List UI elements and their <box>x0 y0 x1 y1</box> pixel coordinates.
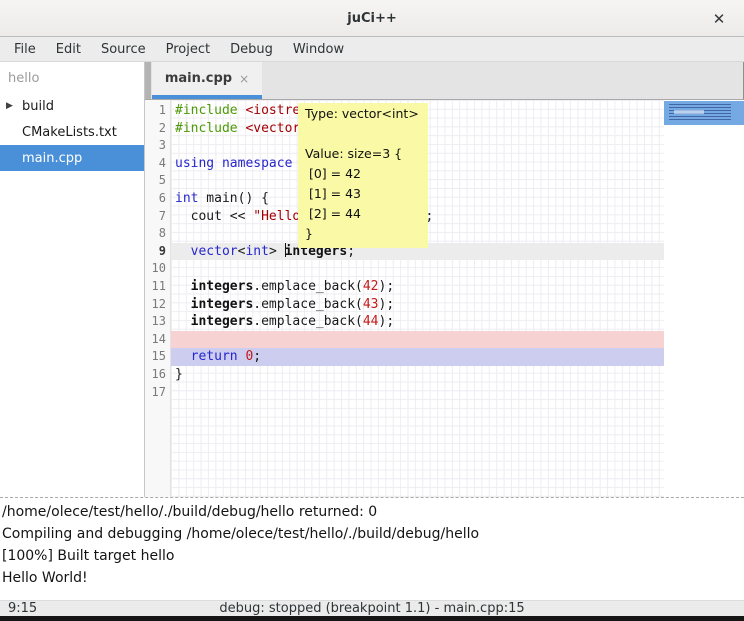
tab-label: main.cpp <box>165 71 232 86</box>
debug-value-tooltip: Type: vector<int> Value: size=3 { [0] = … <box>298 103 428 248</box>
tab-main-cpp[interactable]: main.cpp × <box>152 62 262 99</box>
file-tree: ▶build CMakeLists.txt main.cpp <box>0 93 144 171</box>
line-number[interactable]: 9 <box>145 243 170 261</box>
debug-status: debug: stopped (breakpoint 1.1) - main.c… <box>0 601 744 616</box>
line-number[interactable]: 11 <box>145 278 170 296</box>
menu-item-edit[interactable]: Edit <box>46 39 91 60</box>
minimap-scrollbar[interactable] <box>664 100 744 497</box>
minimap-highlight-texture <box>674 110 704 114</box>
menu-item-source[interactable]: Source <box>91 39 156 60</box>
line-number[interactable]: 6 <box>145 190 170 208</box>
project-name-label: hello <box>0 62 144 93</box>
code-line[interactable]: integers.emplace_back(42); <box>171 278 664 296</box>
line-number[interactable]: 12 <box>145 296 170 314</box>
code-line[interactable]: return 0; <box>171 348 664 366</box>
menu-item-project[interactable]: Project <box>156 39 220 60</box>
tree-item-label: main.cpp <box>0 151 82 166</box>
expander-icon[interactable]: ▶ <box>6 101 13 111</box>
menu-item-debug[interactable]: Debug <box>220 39 283 60</box>
tab-close-icon[interactable]: × <box>239 72 249 86</box>
status-bar: 9:15 debug: stopped (breakpoint 1.1) - m… <box>0 600 744 616</box>
tree-item-label: CMakeLists.txt <box>0 125 117 140</box>
output-panel: /home/olece/test/hello/./build/debug/hel… <box>0 497 744 600</box>
line-number[interactable]: 17 <box>145 384 170 402</box>
tab-bar: main.cpp × <box>145 62 744 100</box>
code-line[interactable] <box>171 260 664 278</box>
code-line[interactable]: integers.emplace_back(43); <box>171 296 664 314</box>
editor-body: 1234567891011121314151617 #include <iost… <box>145 100 744 497</box>
output-line: [100%] Built target hello <box>2 545 744 567</box>
code-line[interactable] <box>171 331 664 349</box>
code-line[interactable] <box>171 384 664 402</box>
close-icon[interactable]: ✕ <box>708 8 730 30</box>
code-line[interactable]: integers.emplace_back(44); <box>171 313 664 331</box>
line-number[interactable]: 7 <box>145 208 170 226</box>
sidebar-item-main-cpp[interactable]: main.cpp <box>0 145 144 171</box>
tab-bar-edge <box>145 62 151 99</box>
editor-column: main.cpp × 1234567891011121314151617 #in… <box>145 62 744 497</box>
code-line[interactable]: } <box>171 366 664 384</box>
menu-item-window[interactable]: Window <box>283 39 354 60</box>
line-number[interactable]: 1 <box>145 102 170 120</box>
sidebar-item-build[interactable]: ▶build <box>0 93 144 119</box>
menu-bar: FileEditSourceProjectDebugWindow <box>0 37 744 62</box>
line-number[interactable]: 15 <box>145 348 170 366</box>
line-number[interactable]: 13 <box>145 313 170 331</box>
line-number[interactable]: 10 <box>145 260 170 278</box>
line-number[interactable]: 8 <box>145 225 170 243</box>
window-title: juCi++ <box>347 11 397 26</box>
line-number[interactable]: 5 <box>145 172 170 190</box>
line-number[interactable]: 2 <box>145 120 170 138</box>
output-line: /home/olece/test/hello/./build/debug/hel… <box>2 501 744 523</box>
minimap-viewport[interactable] <box>664 101 744 125</box>
main-content: hello ▶build CMakeLists.txt main.cpp main.… <box>0 62 744 497</box>
sidebar-item-cmakelists-txt[interactable]: CMakeLists.txt <box>0 119 144 145</box>
line-number[interactable]: 16 <box>145 366 170 384</box>
line-number[interactable]: 3 <box>145 137 170 155</box>
window-bottom-edge <box>0 616 744 621</box>
menu-item-file[interactable]: File <box>4 39 46 60</box>
file-browser-sidebar: hello ▶build CMakeLists.txt main.cpp <box>0 62 145 497</box>
output-line: Compiling and debugging /home/olece/test… <box>2 523 744 545</box>
output-line: Hello World! <box>2 567 744 589</box>
title-bar: juCi++ ✕ <box>0 0 744 37</box>
line-number[interactable]: 4 <box>145 155 170 173</box>
line-number[interactable]: 14 <box>145 331 170 349</box>
app-window: juCi++ ✕ FileEditSourceProjectDebugWindo… <box>0 0 744 621</box>
line-number-gutter[interactable]: 1234567891011121314151617 <box>145 100 171 497</box>
